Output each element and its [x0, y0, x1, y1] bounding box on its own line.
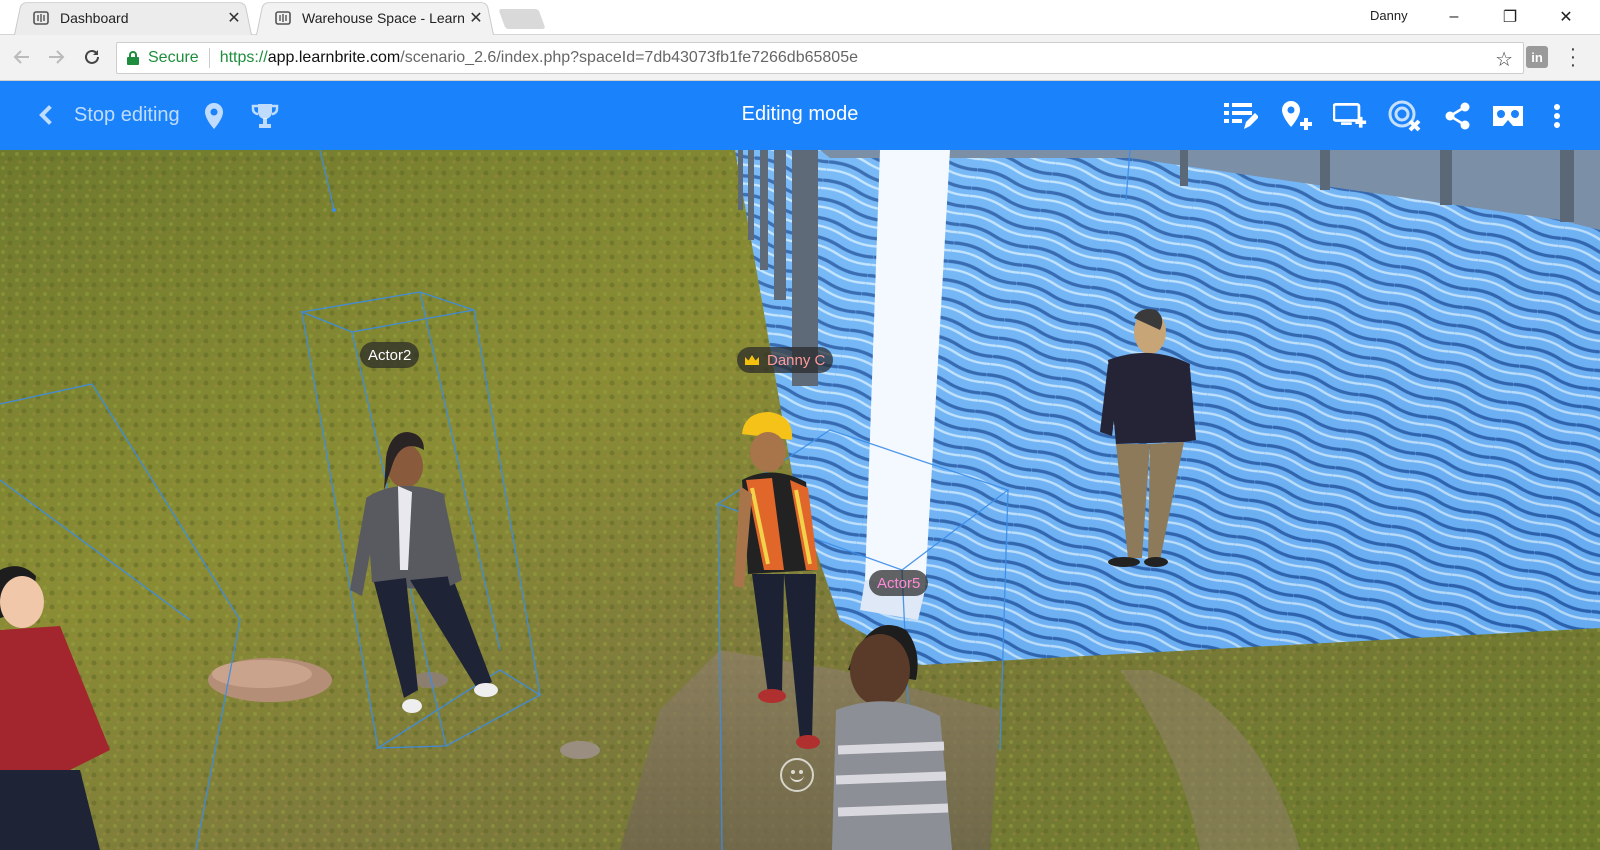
- forward-button[interactable]: [42, 43, 70, 71]
- remove-target-icon[interactable]: [1388, 99, 1422, 133]
- scene-render: [0, 150, 1600, 850]
- tab-close-icon[interactable]: ✕: [466, 8, 486, 28]
- profile-name[interactable]: Danny: [1370, 8, 1408, 23]
- stop-editing-label: Stop editing: [74, 103, 180, 126]
- actor2-label: Actor2: [368, 346, 412, 364]
- tab-close-icon[interactable]: ✕: [224, 8, 244, 28]
- url-host: app.learnbrite.com: [267, 49, 401, 66]
- back-button[interactable]: [8, 43, 36, 71]
- actor2-name-tag[interactable]: Actor2: [360, 342, 420, 368]
- lock-icon: [127, 51, 139, 65]
- trophy-icon[interactable]: [248, 99, 282, 133]
- stop-editing-button[interactable]: Stop editing: [36, 97, 180, 133]
- url-path: /scenario_2.6/index.php?spaceId=7db43073…: [400, 49, 858, 66]
- danny-label: Danny C: [767, 351, 826, 369]
- reload-icon: [85, 49, 99, 64]
- add-location-icon[interactable]: [1280, 99, 1314, 133]
- actor5-name-tag[interactable]: Actor5: [869, 570, 929, 596]
- edit-list-icon[interactable]: [1224, 99, 1258, 133]
- danny-name-tag[interactable]: Danny C: [737, 347, 834, 373]
- bookmark-star-icon[interactable]: ☆: [1495, 47, 1513, 72]
- tab-warehouse-space[interactable]: Warehouse Space - Learn ✕: [256, 0, 494, 35]
- close-window-button[interactable]: ✕: [1538, 0, 1594, 34]
- share-icon[interactable]: [1441, 99, 1475, 133]
- browser-tab-strip: Dashboard ✕ Warehouse Space - Learn ✕ Da…: [0, 0, 1600, 35]
- actor5-label: Actor5: [877, 574, 921, 592]
- restore-button[interactable]: ❐: [1482, 0, 1538, 34]
- address-bar[interactable]: Secure https://app.learnbrite.com/scenar…: [116, 42, 1524, 74]
- browser-menu-icon[interactable]: · · ·: [1568, 39, 1578, 75]
- vr-headset-icon[interactable]: [1491, 99, 1525, 133]
- chevron-left-icon: [39, 105, 59, 125]
- 3d-viewport[interactable]: Actor2 Danny C Actor5: [0, 150, 1600, 850]
- tab-title: Warehouse Space - Learn: [302, 9, 465, 26]
- learnbrite-favicon-icon: [33, 10, 49, 25]
- minimize-button[interactable]: –: [1426, 0, 1482, 34]
- location-pin-icon[interactable]: [197, 99, 231, 133]
- arrow-right-icon: [49, 50, 65, 64]
- app-header: Stop editing Editing mode: [0, 81, 1600, 150]
- more-vertical-icon[interactable]: [1540, 99, 1574, 133]
- tab-dashboard[interactable]: Dashboard ✕: [14, 0, 252, 35]
- security-label: Secure: [148, 49, 199, 66]
- browser-toolbar: Secure https://app.learnbrite.com/scenar…: [0, 35, 1600, 81]
- divider: [208, 48, 210, 68]
- arrow-left-icon: [13, 50, 29, 64]
- tab-title: Dashboard: [60, 9, 129, 26]
- add-screen-icon[interactable]: [1333, 99, 1367, 133]
- linkedin-extension-icon[interactable]: in: [1526, 46, 1548, 68]
- url-scheme: https://: [219, 49, 268, 66]
- emoji-smiley-icon[interactable]: [780, 758, 814, 792]
- new-tab-button[interactable]: [498, 9, 546, 29]
- learnbrite-favicon-icon: [275, 10, 291, 25]
- crown-icon: [745, 355, 759, 365]
- reload-button[interactable]: [78, 43, 106, 71]
- smiley-mouth: [790, 772, 804, 782]
